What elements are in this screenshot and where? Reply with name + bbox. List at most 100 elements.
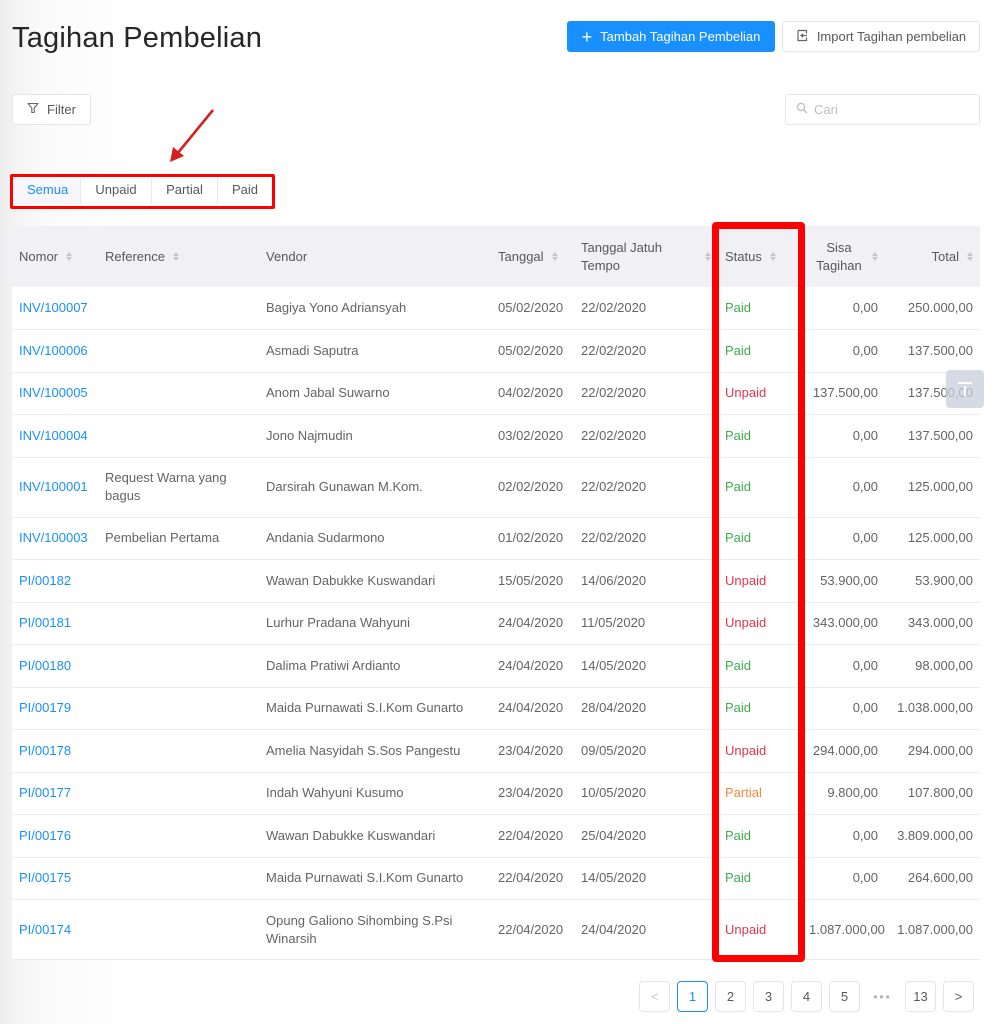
search-box[interactable]: [785, 94, 980, 125]
column-header-tanggal[interactable]: Tanggal: [491, 226, 574, 287]
tab-paid[interactable]: Paid: [218, 178, 272, 204]
column-header-sisa-tagihan[interactable]: Sisa Tagihan: [802, 226, 885, 287]
pagination-page-2[interactable]: 2: [715, 981, 746, 1012]
cell-vendor: Maida Purnawati S.I.Kom Gunarto: [266, 870, 464, 886]
column-header-reference[interactable]: Reference: [98, 226, 259, 287]
add-purchase-bill-button[interactable]: + Tambah Tagihan Pembelian: [567, 21, 775, 52]
cell-tanggal: 15/05/2020: [498, 572, 564, 588]
cell-jatuh-tempo: 22/02/2020: [581, 530, 647, 546]
cell-total: 137.500,00: [907, 427, 973, 443]
table-row[interactable]: PI/00177 Indah Wahyuni Kusumo 23/04/2020 10…: [12, 772, 980, 815]
cell-nomor[interactable]: PI/00178: [12, 730, 98, 773]
cell-jatuh-tempo: 22/02/2020: [581, 479, 647, 494]
table-row[interactable]: PI/00180 Dalima Pratiwi Ardianto 24/04/202…: [12, 644, 980, 688]
table-row[interactable]: PI/00178 Amelia Nasyidah S.Sos Pangestu 23…: [12, 729, 980, 773]
cell-total: 53.900,00: [915, 572, 973, 588]
pagination-ellipsis[interactable]: •••: [867, 981, 898, 1012]
import-purchase-bill-button[interactable]: Import Tagihan pembelian: [782, 21, 980, 52]
pagination-prev-button[interactable]: <: [639, 981, 670, 1012]
column-header-status[interactable]: Status: [718, 226, 802, 287]
table-row[interactable]: PI/00174 Opung Galiono Sihombing S.Psi Wi…: [12, 899, 980, 960]
cell-sisa-tagihan: 0,00: [852, 870, 878, 886]
cell-nomor[interactable]: PI/00176: [12, 815, 98, 858]
cell-status: Paid: [725, 479, 752, 494]
page-title: Tagihan Pembelian: [12, 22, 263, 54]
cell-vendor: Anom Jabal Suwarno: [266, 385, 390, 401]
cell-nomor[interactable]: INV/100003: [12, 517, 98, 560]
cell-total: 1.087.000,00: [897, 921, 973, 937]
table-row[interactable]: PI/00179 Maida Purnawati S.I.Kom Gunarto 2…: [12, 687, 980, 730]
cell-reference: [98, 857, 259, 900]
cell-vendor: Darsirah Gunawan M.Kom.: [266, 479, 423, 494]
search-input[interactable]: [814, 102, 974, 117]
cell-vendor: Wawan Dabukke Kuswandari: [266, 827, 436, 843]
cell-total: 294.000,00: [907, 742, 973, 758]
filter-button[interactable]: Filter: [12, 94, 91, 125]
cell-sisa-tagihan: 0,00: [852, 657, 878, 673]
cell-nomor[interactable]: INV/100007: [12, 287, 98, 330]
sort-icon[interactable]: [551, 252, 558, 261]
cell-reference: [98, 815, 259, 858]
table-row[interactable]: INV/100005 Anom Jabal Suwarno 04/02/2020 22…: [12, 372, 980, 415]
cell-sisa-tagihan: 0,00: [852, 300, 878, 315]
table-row[interactable]: INV/100003 Pembelian Pertama Andania Sudar…: [12, 517, 980, 560]
pagination-page-3[interactable]: 3: [753, 981, 784, 1012]
sort-icon[interactable]: [967, 252, 973, 261]
pagination-page-4[interactable]: 4: [791, 981, 822, 1012]
cell-status: Paid: [725, 827, 752, 843]
back-to-top-button[interactable]: [946, 370, 984, 408]
table-row[interactable]: PI/00181 Lurhur Pradana Wahyuni 24/04/2020…: [12, 602, 980, 645]
pagination-page-5[interactable]: 5: [829, 981, 860, 1012]
filter-icon: [27, 102, 39, 117]
cell-status: Unpaid: [725, 385, 767, 401]
cell-nomor[interactable]: PI/00174: [12, 900, 98, 960]
cell-nomor[interactable]: PI/00177: [12, 772, 98, 815]
sort-icon[interactable]: [872, 252, 878, 261]
cell-reference: [98, 602, 259, 645]
cell-nomor[interactable]: PI/00181: [12, 602, 98, 645]
cell-tanggal: 05/02/2020: [498, 342, 564, 358]
cell-sisa-tagihan: 0,00: [852, 530, 878, 546]
cell-reference: Pembelian Pertama: [105, 530, 220, 546]
table-row[interactable]: PI/00182 Wawan Dabukke Kuswandari 15/05/20…: [12, 559, 980, 603]
cell-reference: [98, 287, 259, 330]
column-header-total[interactable]: Total: [885, 226, 980, 287]
cell-total: 107.800,00: [907, 785, 973, 801]
sort-icon[interactable]: [769, 252, 776, 261]
cell-tanggal: 23/04/2020: [498, 742, 564, 758]
cell-status: Unpaid: [725, 572, 767, 588]
cell-vendor: Andania Sudarmono: [266, 530, 385, 546]
tab-unpaid[interactable]: Unpaid: [81, 178, 152, 204]
cell-nomor[interactable]: PI/00179: [12, 687, 98, 730]
cell-nomor[interactable]: INV/100005: [12, 372, 98, 415]
table-row[interactable]: INV/100007 Bagiya Yono Adriansyah 05/02/20…: [12, 287, 980, 330]
table-row[interactable]: PI/00176 Wawan Dabukke Kuswandari 22/04/20…: [12, 814, 980, 858]
sort-icon[interactable]: [705, 252, 711, 261]
sort-icon[interactable]: [66, 252, 73, 261]
table-header-row: Nomor Reference Vendor Tanggal Tanggal J…: [12, 226, 980, 287]
cell-total: 1.038.000,00: [897, 700, 973, 716]
cell-nomor[interactable]: PI/00175: [12, 857, 98, 900]
pagination-next-button[interactable]: >: [943, 981, 974, 1012]
tab-partial[interactable]: Partial: [152, 178, 218, 204]
sort-icon[interactable]: [172, 252, 179, 261]
cell-nomor[interactable]: INV/100004: [12, 415, 98, 458]
column-header-jatuh-tempo[interactable]: Tanggal Jatuh Tempo: [574, 226, 718, 287]
table-row[interactable]: INV/100001 Request Warna yang bagus Darsir…: [12, 457, 980, 517]
cell-status: Partial: [725, 785, 762, 801]
cell-nomor[interactable]: PI/00182: [12, 560, 98, 603]
purchase-bills-table: Nomor Reference Vendor Tanggal Tanggal J…: [12, 226, 980, 960]
table-row[interactable]: INV/100004 Jono Najmudin 03/02/2020 22/02/2…: [12, 414, 980, 458]
cell-sisa-tagihan: 0,00: [852, 479, 878, 494]
pagination-page-last[interactable]: 13: [905, 981, 936, 1012]
cell-nomor[interactable]: PI/00180: [12, 645, 98, 688]
cell-status: Paid: [725, 700, 752, 716]
pagination-page-1[interactable]: 1: [677, 981, 708, 1012]
table-row[interactable]: INV/100006 Asmadi Saputra 05/02/2020 22/02/…: [12, 329, 980, 373]
cell-nomor[interactable]: INV/100006: [12, 330, 98, 373]
cell-status: Unpaid: [725, 742, 767, 758]
tab-semua[interactable]: Semua: [14, 178, 81, 204]
table-row[interactable]: PI/00175 Maida Purnawati S.I.Kom Gunarto 2…: [12, 857, 980, 900]
column-header-nomor[interactable]: Nomor: [12, 226, 98, 287]
cell-nomor[interactable]: INV/100001: [12, 457, 98, 517]
